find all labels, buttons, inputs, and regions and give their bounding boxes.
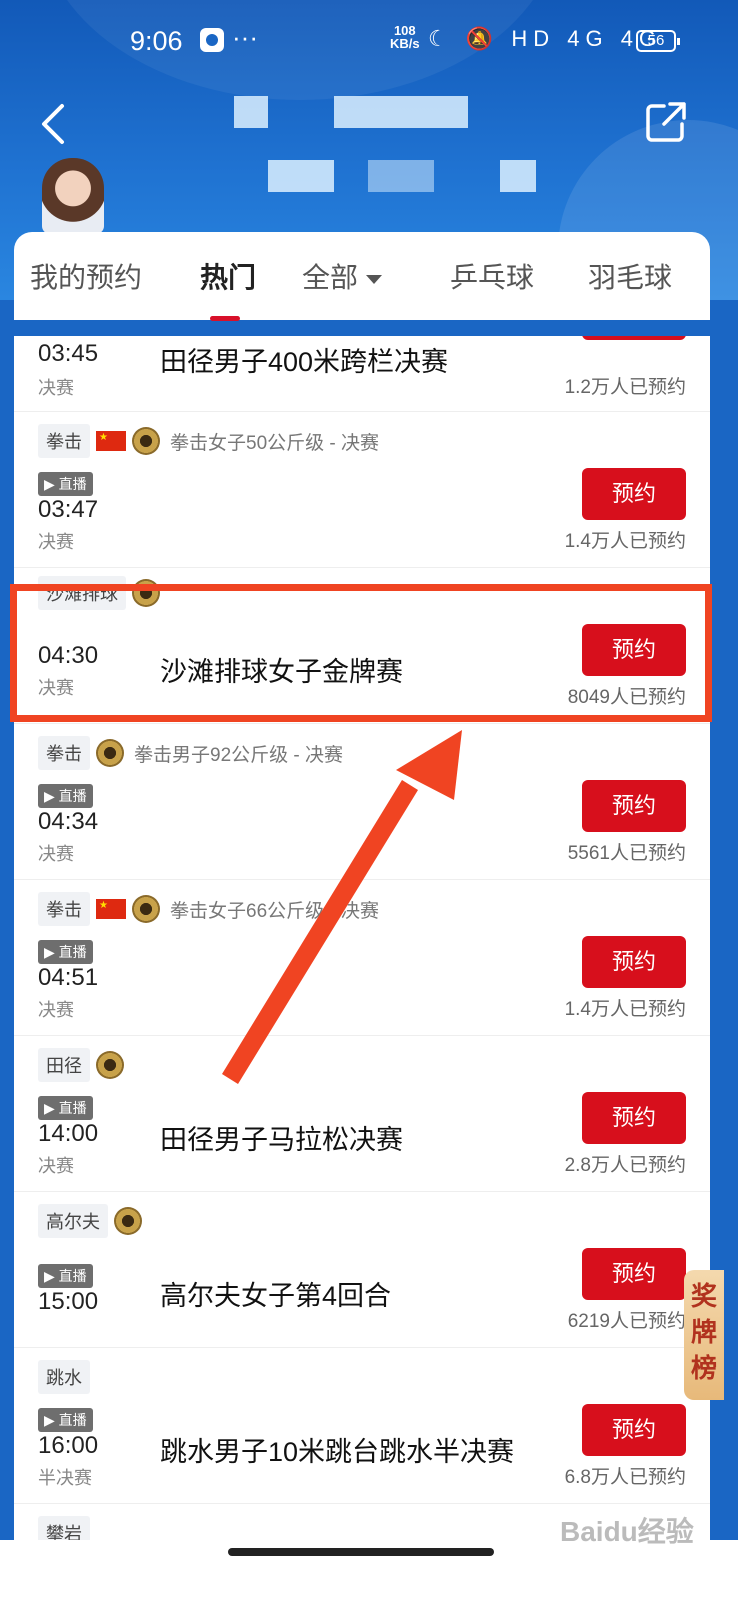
- event-tags: 拳击 拳击男子92公斤级 - 决赛: [38, 736, 343, 770]
- book-button[interactable]: 预约: [582, 1404, 686, 1456]
- list-item[interactable]: 拳击 拳击男子92公斤级 - 决赛 ▶ 直播 04:34 决赛 预约 5561人…: [14, 724, 710, 880]
- live-badge: ▶ 直播: [38, 1264, 93, 1288]
- booking-count: 6219人已预约: [567, 1311, 686, 1332]
- gold-medal-icon: [132, 895, 160, 923]
- event-time: 15:00: [38, 1288, 99, 1315]
- sport-tag: 跳水: [38, 1360, 90, 1394]
- gold-medal-icon: [132, 427, 160, 455]
- list-item[interactable]: 03:45 决赛 田径男子400米跨栏决赛 预约 1.2万人已预约: [14, 336, 710, 412]
- event-stage: 决赛: [38, 844, 74, 864]
- china-flag-icon: [96, 431, 126, 451]
- battery-icon: 56: [636, 30, 680, 52]
- chevron-down-icon: [366, 275, 383, 285]
- event-tags: 田径: [38, 1048, 124, 1082]
- list-item[interactable]: 高尔夫 ▶ 直播 15:00 高尔夫女子第4回合 预约 6219人已预约: [14, 1192, 710, 1348]
- event-time: 03:45: [38, 340, 99, 367]
- blurred-subtitle: [368, 160, 434, 192]
- live-badge: ▶ 直播: [38, 784, 93, 808]
- list-item[interactable]: 跳水 ▶ 直播 16:00 半决赛 跳水男子10米跳台跳水半决赛 预约 6.8万…: [14, 1348, 710, 1504]
- schedule-list[interactable]: 03:45 决赛 田径男子400米跨栏决赛 预约 1.2万人已预约 拳击 拳击女…: [14, 336, 710, 1546]
- event-tags: 拳击 拳击女子50公斤级 - 决赛: [38, 424, 379, 458]
- event-title: 跳水男子10米跳台跳水半决赛: [160, 1437, 515, 1467]
- event-title: 田径男子马拉松决赛: [160, 1125, 403, 1155]
- avatar[interactable]: [42, 158, 104, 234]
- network-speed: 108 KB/s: [390, 24, 420, 50]
- live-badge: ▶ 直播: [38, 1408, 93, 1432]
- booking-count: 6.8万人已预约: [564, 1467, 686, 1488]
- tab-all[interactable]: 全部: [302, 256, 383, 296]
- blurred-title: [234, 96, 268, 128]
- tab-all-label: 全部: [302, 262, 359, 293]
- live-badge: ▶ 直播: [38, 472, 93, 496]
- booking-count: 1.4万人已预约: [564, 531, 686, 552]
- event-time: 03:47: [38, 496, 99, 523]
- book-button[interactable]: 预约: [582, 936, 686, 988]
- medal-board-button[interactable]: 奖牌榜: [684, 1270, 724, 1400]
- blurred-subtitle: [268, 160, 334, 192]
- back-button[interactable]: [34, 100, 74, 148]
- net-speed-unit: KB/s: [390, 36, 420, 51]
- blurred-subtitle: [500, 160, 536, 192]
- list-item[interactable]: 田径 ▶ 直播 14:00 决赛 田径男子马拉松决赛 预约 2.8万人已预约: [14, 1036, 710, 1192]
- share-icon: [646, 102, 686, 142]
- app-notification-icon: [200, 28, 224, 52]
- event-stage: 半决赛: [38, 1468, 92, 1488]
- event-time: 14:00: [38, 1120, 99, 1147]
- home-indicator[interactable]: [228, 1548, 494, 1556]
- gold-medal-icon: [96, 1051, 124, 1079]
- china-flag-icon: [96, 899, 126, 919]
- watermark: Baidu经验: [560, 1516, 694, 1547]
- event-time: 04:34: [38, 808, 99, 835]
- event-stage: 决赛: [38, 1000, 74, 1020]
- event-stage: 决赛: [38, 378, 74, 398]
- chevron-left-icon: [42, 104, 64, 144]
- status-bar: 9:06 ··· 108 KB/s ☾ 🔕 HD 4G 4G 56: [0, 20, 738, 64]
- gold-medal-icon: [114, 1207, 142, 1235]
- sport-tag: 拳击: [38, 892, 90, 926]
- booking-count: 5561人已预约: [567, 843, 686, 864]
- category-tabs: 我的预约 热门 全部 乒乓球 羽毛球: [14, 232, 710, 320]
- booking-count: 1.2万人已预约: [564, 377, 686, 398]
- event-tags: 高尔夫: [38, 1204, 142, 1238]
- event-time: 16:00: [38, 1432, 99, 1459]
- event-subtitle: 拳击女子50公斤级 - 决赛: [170, 432, 380, 454]
- book-button[interactable]: 预约: [582, 468, 686, 520]
- event-tags: 拳击 拳击女子66公斤级 - 决赛: [38, 892, 379, 926]
- more-notifications-icon: ···: [232, 22, 258, 52]
- share-button[interactable]: [644, 100, 688, 144]
- tab-my-bookings[interactable]: 我的预约: [30, 256, 142, 296]
- tab-badminton[interactable]: 羽毛球: [588, 256, 672, 296]
- blurred-title: [334, 96, 468, 128]
- list-item[interactable]: 拳击 拳击女子50公斤级 - 决赛 ▶ 直播 03:47 决赛 预约 1.4万人…: [14, 412, 710, 568]
- event-subtitle: 拳击女子66公斤级 - 决赛: [170, 900, 380, 922]
- event-tags: 跳水: [38, 1360, 90, 1394]
- event-subtitle: 拳击男子92公斤级 - 决赛: [134, 744, 344, 766]
- status-time: 9:06: [130, 26, 183, 56]
- status-icons: ☾ 🔕 HD 4G 4G: [428, 26, 663, 51]
- sport-tag: 拳击: [38, 736, 90, 770]
- sport-tag: 拳击: [38, 424, 90, 458]
- tab-table-tennis[interactable]: 乒乓球: [450, 256, 534, 296]
- sport-tag: 高尔夫: [38, 1204, 108, 1238]
- book-button[interactable]: 预约: [582, 780, 686, 832]
- event-title: 田径男子400米跨栏决赛: [160, 347, 449, 377]
- sport-tag: 田径: [38, 1048, 90, 1082]
- event-title: 高尔夫女子第4回合: [160, 1281, 392, 1311]
- highlight-box: [10, 584, 712, 722]
- list-item[interactable]: 拳击 拳击女子66公斤级 - 决赛 ▶ 直播 04:51 决赛 预约 1.4万人…: [14, 880, 710, 1036]
- event-stage: 决赛: [38, 532, 74, 552]
- booking-count: 2.8万人已预约: [564, 1155, 686, 1176]
- booking-count: 1.4万人已预约: [564, 999, 686, 1020]
- book-button[interactable]: 预约: [582, 336, 686, 340]
- book-button[interactable]: 预约: [582, 1092, 686, 1144]
- event-time: 04:51: [38, 964, 99, 991]
- tab-hot[interactable]: 热门: [200, 256, 256, 296]
- event-stage: 决赛: [38, 1156, 74, 1176]
- book-button[interactable]: 预约: [582, 1248, 686, 1300]
- live-badge: ▶ 直播: [38, 1096, 93, 1120]
- tab-active-indicator: [210, 316, 240, 321]
- gold-medal-icon: [96, 739, 124, 767]
- live-badge: ▶ 直播: [38, 940, 93, 964]
